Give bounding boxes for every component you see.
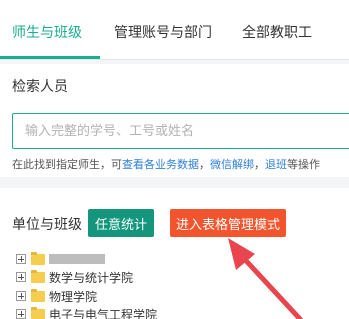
tab-all-staff[interactable]: 全部教职工 <box>242 22 312 42</box>
plus-square-icon[interactable] <box>16 254 26 264</box>
redacted-label <box>49 254 105 264</box>
tree-node[interactable]: 电子与电气工程学院 <box>16 306 157 319</box>
table-mode-button[interactable]: 进入表格管理模式 <box>170 209 286 237</box>
search-panel: 检索人员 在此找到指定师生，可查看各业务数据，微信解绑，退班等操作 <box>0 64 349 177</box>
folder-icon <box>31 269 45 283</box>
search-label: 检索人员 <box>12 79 68 95</box>
view-business-data-link[interactable]: 查看各业务数据 <box>122 158 199 171</box>
tab-bar: 师生与班级 管理账号与部门 全部教职工 <box>0 0 349 60</box>
folder-icon <box>31 306 45 319</box>
plus-square-icon[interactable] <box>16 291 26 301</box>
wechat-unbind-link[interactable]: 微信解绑 <box>210 158 254 171</box>
unit-label: 单位与班级 <box>12 217 82 233</box>
tree-node-label[interactable]: 物理学院 <box>49 288 97 305</box>
custom-statistics-button[interactable]: 任意统计 <box>88 209 154 237</box>
tree-node[interactable] <box>16 251 105 267</box>
tree-node-label[interactable]: 电子与电气工程学院 <box>49 306 157 319</box>
unit-panel: 单位与班级 任意统计 进入表格管理模式 数学与统计学院 物理学院 电子与电气工程… <box>0 188 349 319</box>
leave-class-link[interactable]: 退班 <box>265 158 287 171</box>
active-tab-indicator <box>0 56 100 59</box>
plus-square-icon[interactable] <box>16 309 26 319</box>
tree-node-label[interactable]: 数学与统计学院 <box>49 269 133 286</box>
tree-node[interactable]: 物理学院 <box>16 288 97 304</box>
search-hint: 在此找到指定师生，可查看各业务数据，微信解绑，退班等操作 <box>12 156 320 172</box>
hint-suffix: 等操作 <box>287 158 320 171</box>
tree-node[interactable]: 数学与统计学院 <box>16 269 133 285</box>
tab-teachers-students-classes[interactable]: 师生与班级 <box>12 22 82 42</box>
folder-icon <box>31 251 45 265</box>
folder-icon <box>31 288 45 302</box>
hint-prefix: 在此找到指定师生，可 <box>12 158 122 171</box>
plus-square-icon[interactable] <box>16 272 26 282</box>
tab-admin-accounts-departments[interactable]: 管理账号与部门 <box>114 22 212 42</box>
search-input[interactable] <box>12 113 349 149</box>
hint-separator: ， <box>199 158 210 171</box>
hint-separator: ， <box>254 158 265 171</box>
